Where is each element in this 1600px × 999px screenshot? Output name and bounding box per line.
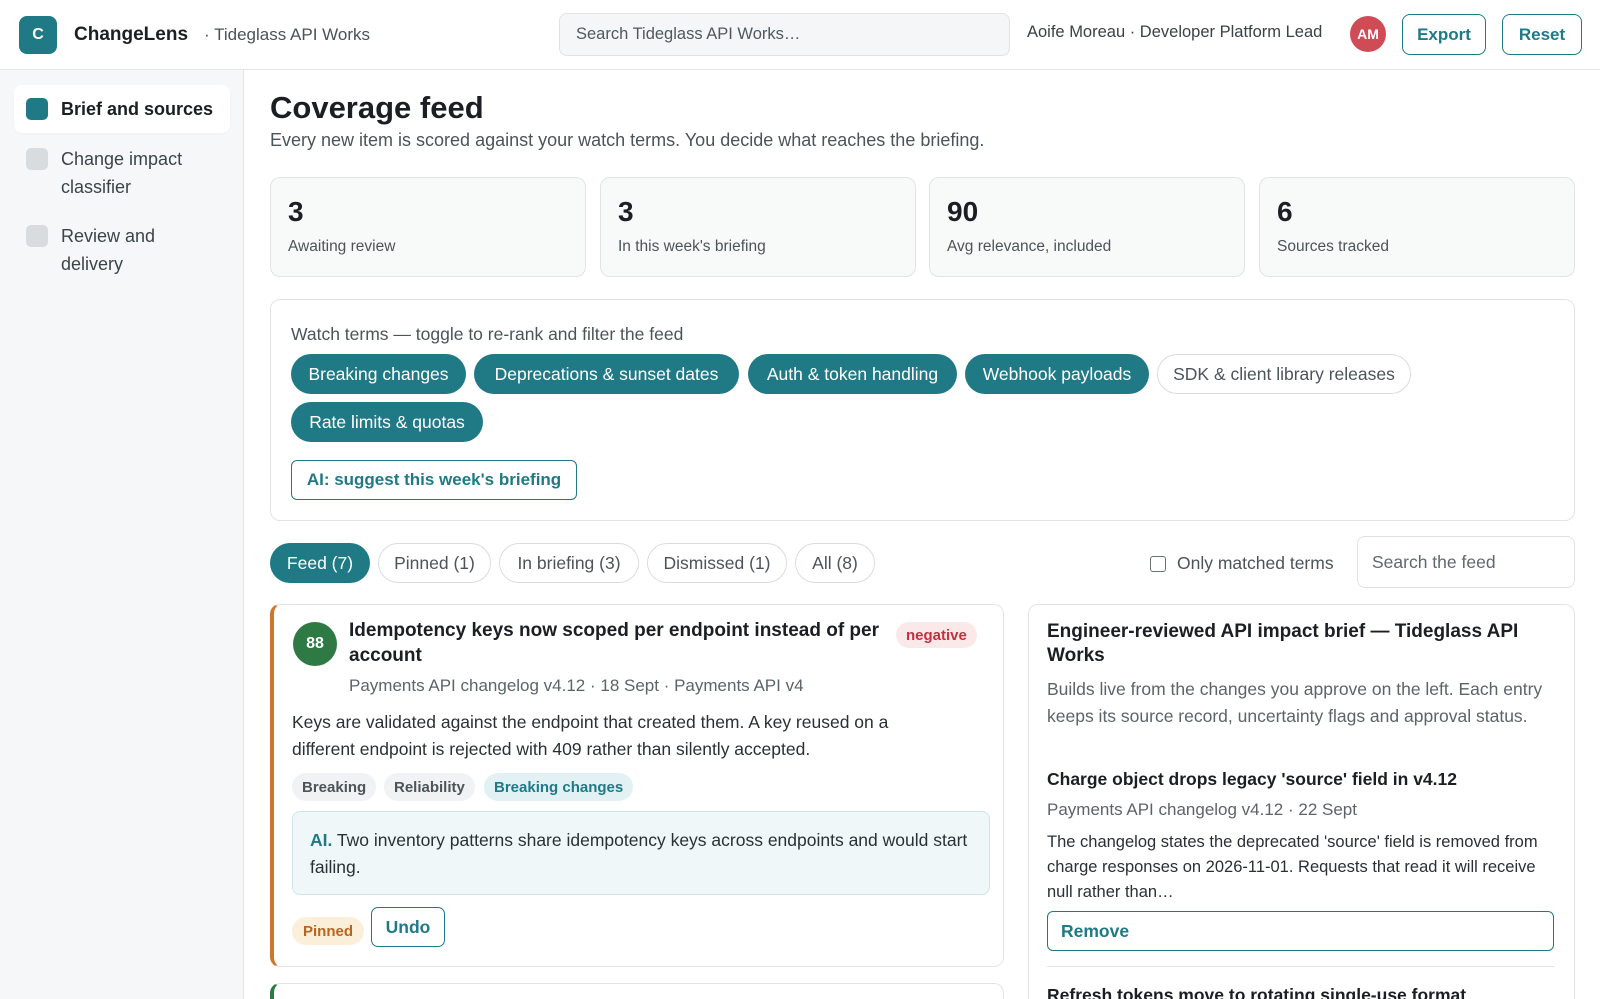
pinned-status-badge: Pinned	[292, 917, 365, 945]
sidebar-item-label: Change impact classifier	[61, 149, 183, 197]
tag-watch-term-match: Breaking changes	[484, 773, 634, 801]
stat-value: 6	[1277, 196, 1293, 227]
stat-value: 3	[618, 196, 634, 227]
stat-value: 3	[288, 196, 304, 227]
only-matched-checkbox[interactable]	[1150, 555, 1166, 572]
ai-insight-text: Two inventory patterns share idempotency…	[310, 830, 968, 877]
feed-card[interactable]	[270, 983, 1004, 999]
page-subtitle: Every new item is scored against your wa…	[270, 130, 985, 150]
brief-entry-body: The changelog states the deprecated 'sou…	[1047, 833, 1538, 901]
ai-prefix: AI.	[310, 830, 333, 850]
ai-insight-box: AI. Two inventory patterns share idempot…	[292, 811, 990, 895]
feed-card[interactable]: 88 Idempotency keys now scoped per endpo…	[270, 604, 1004, 967]
app-window: C ChangeLens · Tideglass API Works Searc…	[0, 0, 1600, 999]
ai-suggest-briefing-button[interactable]: AI: suggest this week's briefing	[291, 460, 577, 500]
step-indicator-icon	[26, 225, 48, 247]
stat-label: Sources tracked	[1277, 238, 1389, 255]
sidebar-item-label: Brief and sources	[61, 99, 214, 119]
watch-terms-label: Watch terms — toggle to re-rank and filt…	[291, 324, 684, 344]
feed-card-title[interactable]: Idempotency keys now scoped per endpoint…	[349, 618, 879, 668]
stat-card-awaiting-review: 3 Awaiting review	[270, 177, 586, 277]
sentiment-badge: negative	[896, 622, 977, 648]
undo-button[interactable]: Undo	[371, 907, 445, 947]
stat-value: 90	[947, 196, 979, 227]
page-title: Coverage feed	[270, 90, 484, 125]
briefing-description: Builds live from the changes you approve…	[1047, 679, 1543, 726]
stat-card-sources-tracked: 6 Sources tracked	[1259, 177, 1575, 277]
sidebar: Brief and sources Change impact classifi…	[0, 70, 244, 999]
stat-card-in-briefing: 3 In this week's briefing	[600, 177, 916, 277]
sidebar-item-change-impact-classifier[interactable]: Change impact classifier	[14, 145, 214, 201]
tag-breaking: Breaking	[292, 773, 377, 801]
watch-term-rate-limits[interactable]: Rate limits & quotas	[291, 402, 483, 442]
step-indicator-icon	[26, 148, 48, 170]
relevance-score-badge: 88	[293, 622, 337, 666]
brief-entry-title: Refresh tokens move to rotating single-u…	[1047, 985, 1467, 999]
stat-label: Awaiting review	[288, 238, 396, 255]
sidebar-item-label: Review and delivery	[61, 226, 156, 274]
only-matched-toggle[interactable]: Only matched terms	[1150, 553, 1334, 574]
stat-card-avg-relevance: 90 Avg relevance, included	[929, 177, 1245, 277]
stat-label: In this week's briefing	[618, 238, 766, 255]
remove-entry-button[interactable]: Remove	[1047, 911, 1554, 951]
watch-term-auth-token[interactable]: Auth & token handling	[748, 354, 957, 394]
only-matched-label: Only matched terms	[1177, 553, 1334, 573]
stat-label: Avg relevance, included	[947, 238, 1112, 255]
divider	[1047, 966, 1554, 967]
tab-dismissed[interactable]: Dismissed (1)	[647, 543, 787, 583]
watch-term-breaking-changes[interactable]: Breaking changes	[291, 354, 466, 394]
workspace-name: · Tideglass API Works	[204, 24, 370, 44]
tag-reliability: Reliability	[384, 773, 475, 801]
reset-button[interactable]: Reset	[1502, 14, 1582, 55]
tab-in-briefing[interactable]: In briefing (3)	[499, 543, 639, 583]
brief-entry-meta: Payments API changelog v4.12 · 22 Sept	[1047, 800, 1357, 819]
watch-term-webhook-payloads[interactable]: Webhook payloads	[965, 354, 1149, 394]
user-name: Aoife Moreau · Developer Platform Lead	[1027, 23, 1323, 41]
feed-search-input[interactable]: Search the feed	[1357, 536, 1575, 588]
briefing-panel: Engineer-reviewed API impact brief — Tid…	[1028, 604, 1575, 999]
brief-entry-title: Charge object drops legacy 'source' fiel…	[1047, 769, 1457, 789]
sidebar-item-review-and-delivery[interactable]: Review and delivery	[14, 222, 214, 278]
feed-card-meta: Payments API changelog v4.12 · 18 Sept ·…	[349, 676, 804, 695]
avatar[interactable]: AM	[1350, 16, 1386, 52]
feed-card-body: Keys are validated against the endpoint …	[292, 712, 889, 759]
app-logo[interactable]: C	[19, 15, 57, 54]
briefing-title: Engineer-reviewed API impact brief — Tid…	[1047, 621, 1519, 666]
top-bar: C ChangeLens · Tideglass API Works Searc…	[0, 0, 1600, 70]
watch-term-deprecations[interactable]: Deprecations & sunset dates	[474, 354, 739, 394]
global-search-input[interactable]: Search Tideglass API Works…	[559, 13, 1010, 56]
tab-feed[interactable]: Feed (7)	[270, 543, 370, 583]
watch-term-sdk-releases[interactable]: SDK & client library releases	[1157, 354, 1411, 394]
tab-pinned[interactable]: Pinned (1)	[378, 543, 491, 583]
watch-terms-panel: Watch terms — toggle to re-rank and filt…	[270, 299, 1575, 521]
sidebar-item-brief-and-sources[interactable]: Brief and sources	[14, 85, 230, 133]
app-name: ChangeLens	[74, 23, 189, 45]
step-indicator-icon	[26, 98, 48, 120]
export-button[interactable]: Export	[1402, 14, 1486, 55]
tab-all[interactable]: All (8)	[795, 543, 875, 583]
